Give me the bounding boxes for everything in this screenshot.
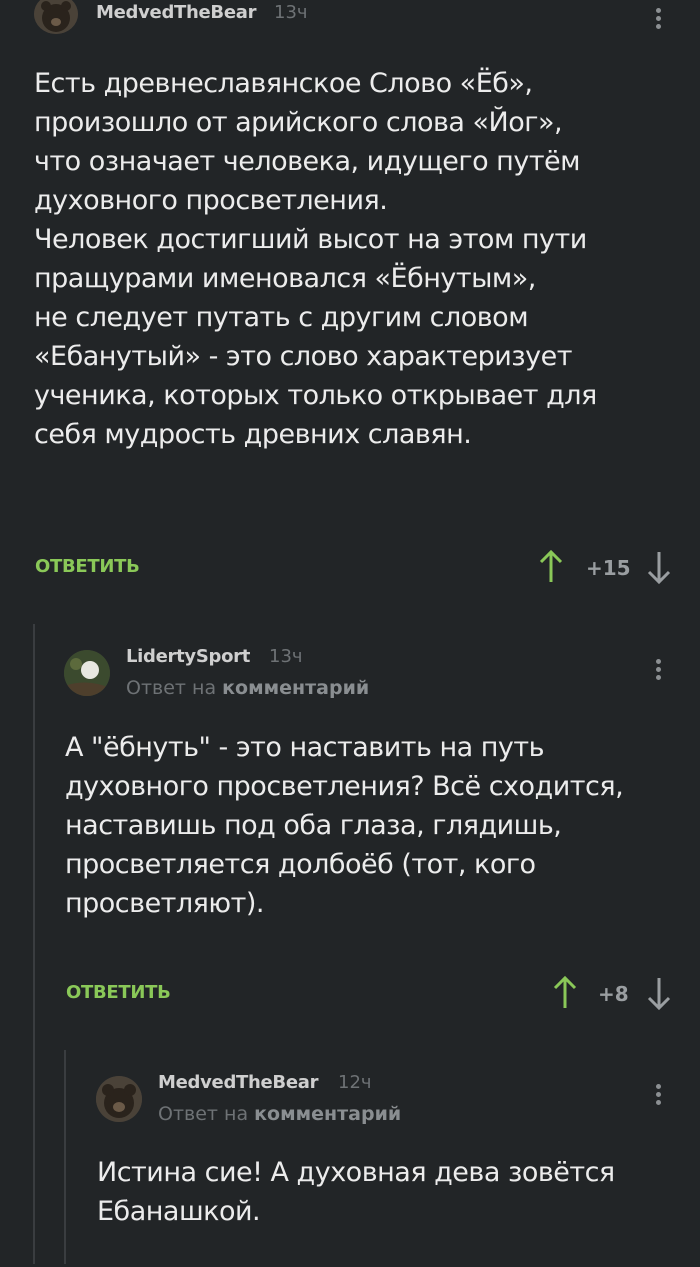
upvote-icon[interactable]	[552, 976, 578, 1010]
thread-line	[64, 1050, 66, 1264]
author-name[interactable]: MedvedTheBear	[158, 1072, 318, 1093]
rating-value: +15	[586, 556, 631, 580]
more-options-icon[interactable]	[653, 659, 663, 683]
more-options-icon[interactable]	[653, 8, 663, 32]
text-line: наставишь под оба глаза, глядишь,	[65, 810, 562, 841]
reply-prefix: Ответ на	[158, 1103, 249, 1125]
reply-button[interactable]: ОТВЕТИТЬ	[35, 556, 140, 577]
more-options-icon[interactable]	[653, 1084, 663, 1108]
avatar[interactable]	[34, 0, 78, 34]
upvote-icon[interactable]	[538, 550, 564, 584]
timestamp: 13ч	[274, 2, 308, 23]
text-line: что означает человека, идущего путём	[34, 146, 581, 177]
comment-text: Есть древнеславянское Слово «Ёб», произо…	[34, 64, 597, 454]
text-line: пращурами именовался «Ёбнутым»,	[34, 263, 536, 294]
reply-prefix: Ответ на	[126, 677, 217, 699]
text-line: ученика, которых только открывает для	[34, 380, 597, 411]
timestamp: 13ч	[269, 646, 303, 667]
thread-line	[33, 624, 35, 1264]
reply-button[interactable]: ОТВЕТИТЬ	[66, 982, 171, 1003]
comment-text: А "ёбнуть" - это наставить на путь духов…	[65, 728, 624, 923]
text-line: Есть древнеславянское Слово «Ёб»,	[34, 68, 533, 99]
comment-text: Истина сие! А духовная дева зовётся Ебан…	[97, 1153, 615, 1231]
text-line: А "ёбнуть" - это наставить на путь	[65, 732, 545, 763]
text-line: Человек достигший высот на этом пути	[34, 224, 587, 255]
text-line: не следует путать с другим словом	[34, 302, 529, 333]
reply-to-label: Ответ на комментарий	[126, 677, 369, 699]
text-line: произошло от арийского слова «Йог»,	[34, 107, 563, 138]
author-name[interactable]: LidertySport	[126, 646, 250, 667]
reply-target-link[interactable]: комментарий	[222, 677, 369, 699]
rating-value: +8	[598, 982, 629, 1006]
text-line: просветляется долбоёб (тот, кого	[65, 849, 536, 880]
avatar[interactable]	[96, 1076, 142, 1122]
reply-target-link[interactable]: комментарий	[254, 1103, 401, 1125]
timestamp: 12ч	[338, 1072, 372, 1093]
text-line: Ебанашкой.	[97, 1196, 261, 1227]
text-line: духовного просветления.	[34, 185, 388, 216]
text-line: «Ебанутый» - это слово характеризует	[34, 341, 572, 372]
text-line: духовного просветления? Всё сходится,	[65, 771, 624, 802]
avatar[interactable]	[64, 650, 110, 696]
downvote-icon[interactable]	[646, 976, 672, 1010]
author-name[interactable]: MedvedTheBear	[96, 2, 256, 23]
text-line: себя мудрость древних славян.	[34, 419, 472, 450]
downvote-icon[interactable]	[646, 550, 672, 584]
reply-to-label: Ответ на комментарий	[158, 1103, 401, 1125]
text-line: просветляют).	[65, 888, 264, 919]
text-line: Истина сие! А духовная дева зовётся	[97, 1157, 615, 1188]
